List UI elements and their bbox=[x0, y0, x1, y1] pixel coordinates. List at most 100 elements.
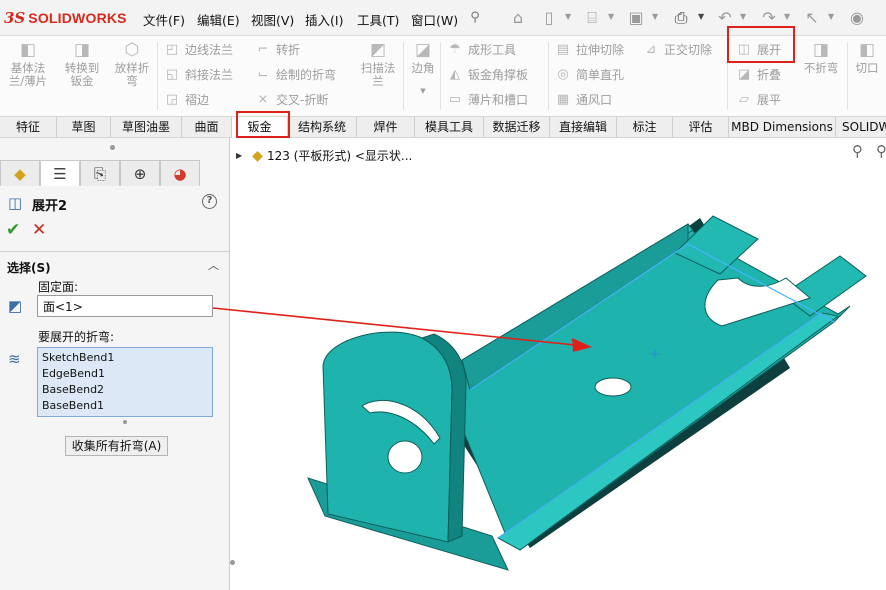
undo-icon[interactable]: ↶ bbox=[716, 8, 734, 28]
convert-to-sheet-metal-button[interactable]: ◨ 转换到 钣金 bbox=[60, 40, 104, 88]
tab-features[interactable]: 特征 bbox=[0, 117, 57, 138]
tab-slot-button[interactable]: ▭ 薄片和槽口 bbox=[446, 90, 528, 108]
open-folder-icon[interactable]: ⌸ bbox=[582, 8, 602, 28]
print-icon[interactable]: ⎙ bbox=[670, 8, 692, 28]
ok-button[interactable]: ✔ bbox=[6, 220, 20, 240]
swept-flange-button[interactable]: ◩ 扫描法 兰 bbox=[356, 40, 400, 88]
menu-edit[interactable]: 编辑(E) bbox=[197, 10, 240, 29]
extruded-cut-button[interactable]: ▤ 拉伸切除 bbox=[554, 40, 624, 58]
cancel-button[interactable]: ✕ bbox=[32, 220, 46, 240]
list-item[interactable]: SketchBend1 bbox=[42, 350, 208, 366]
sketched-bend-button[interactable]: ⌙ 绘制的折弯 bbox=[254, 65, 336, 83]
tab-solidworks-addins[interactable]: SOLIDW bbox=[836, 117, 886, 138]
selections-section-title[interactable]: 选择(S) bbox=[7, 259, 51, 276]
flatten-button[interactable]: ▱ 展平 bbox=[735, 90, 781, 108]
graphics-area[interactable]: ▶ ◆ 123 (平板形式) <显示状... ⚲ ⚲ bbox=[230, 138, 886, 590]
edge-flange-button[interactable]: ◰ 边线法兰 bbox=[163, 40, 233, 58]
list-item[interactable]: BaseBend1 bbox=[42, 398, 208, 414]
select-dropdown-icon[interactable]: ▼ bbox=[828, 12, 834, 21]
tab-weldments[interactable]: 焊件 bbox=[357, 117, 415, 138]
redo-dropdown-icon[interactable]: ▼ bbox=[784, 12, 790, 21]
simple-hole-button[interactable]: ◎ 简单直孔 bbox=[554, 65, 624, 83]
no-bends-button[interactable]: ◨ 不折弯 bbox=[799, 40, 843, 75]
tab-surfaces[interactable]: 曲面 bbox=[182, 117, 232, 138]
configuration-manager-tab[interactable]: ⎘ bbox=[80, 160, 120, 186]
main-plate-face[interactable] bbox=[444, 227, 851, 551]
new-dropdown-icon[interactable]: ▼ bbox=[565, 12, 571, 21]
display-manager-tab[interactable]: ◕ bbox=[160, 160, 200, 186]
jog-button[interactable]: ⌐ 转折 bbox=[254, 40, 300, 58]
rip-label: 切口 bbox=[855, 61, 879, 75]
gusset-button[interactable]: ◭ 钣金角撑板 bbox=[446, 65, 528, 83]
corners-dropdown-icon[interactable]: ▼ bbox=[406, 85, 440, 98]
new-document-icon[interactable]: ▯ bbox=[540, 8, 558, 28]
forming-tool-button[interactable]: ☂ 成形工具 bbox=[446, 40, 516, 58]
save-dropdown-icon[interactable]: ▼ bbox=[652, 12, 658, 21]
tab-sketch[interactable]: 草图 bbox=[57, 117, 111, 138]
corners-label: 边角 bbox=[411, 61, 435, 75]
tab-structure-system[interactable]: 结构系统 bbox=[288, 117, 357, 138]
corners-button[interactable]: ◪ 边角 ▼ bbox=[406, 40, 440, 98]
vent-icon: ▦ bbox=[556, 91, 570, 107]
list-item[interactable]: BaseBend2 bbox=[42, 382, 208, 398]
tab-data-migration[interactable]: 数据迁移 bbox=[484, 117, 550, 138]
tab-markup[interactable]: 标注 bbox=[617, 117, 673, 138]
normal-cut-icon: ⊿ bbox=[645, 41, 657, 57]
hem-button[interactable]: ◲ 褶边 bbox=[163, 90, 209, 108]
print-dropdown-icon[interactable]: ▼ bbox=[698, 12, 704, 21]
vent-button[interactable]: ▦ 通风口 bbox=[554, 90, 612, 108]
menu-file[interactable]: 文件(F) bbox=[143, 10, 185, 29]
rip-button[interactable]: ◧ 切口 bbox=[851, 40, 883, 75]
collect-all-bends-button[interactable]: 收集所有折弯(A) bbox=[65, 436, 168, 456]
tab-evaluate[interactable]: 评估 bbox=[673, 117, 729, 138]
collapse-chevron-icon[interactable]: ︿ bbox=[208, 257, 219, 273]
swept-flange-label: 扫描法 兰 bbox=[360, 61, 396, 88]
sketched-bend-label: 绘制的折弯 bbox=[276, 67, 337, 82]
command-manager-tabs: 特征 草图 草图油墨 曲面 钣金 结构系统 焊件 模具工具 数据迁移 直接编辑 … bbox=[0, 116, 886, 138]
help-icon[interactable]: ? bbox=[202, 194, 217, 209]
extruded-cut-icon: ▤ bbox=[556, 41, 570, 57]
menu-insert[interactable]: 插入(I) bbox=[305, 10, 343, 29]
base-flange-button[interactable]: ◧ 基体法 兰/薄片 bbox=[6, 40, 50, 88]
property-manager-tab[interactable]: ☰ bbox=[40, 160, 80, 186]
feature-manager-tab[interactable]: ◆ bbox=[0, 160, 40, 186]
solidworks-logo[interactable]: 3S SOLIDWORKS bbox=[4, 8, 127, 28]
property-list-icon: ☰ bbox=[53, 164, 67, 183]
tab-mold-tools[interactable]: 模具工具 bbox=[415, 117, 484, 138]
tab-mbd-dimensions[interactable]: MBD Dimensions bbox=[729, 117, 836, 138]
sketched-bend-icon: ⌙ bbox=[257, 66, 269, 82]
lofted-bend-button[interactable]: ⬡ 放样折 弯 bbox=[110, 40, 154, 88]
pin-icon[interactable]: ⚲ bbox=[468, 8, 482, 28]
tab-direct-editing[interactable]: 直接编辑 bbox=[550, 117, 617, 138]
undo-dropdown-icon[interactable]: ▼ bbox=[740, 12, 746, 21]
rebuild-icon[interactable]: ◉ bbox=[848, 8, 866, 28]
ribbon-separator bbox=[847, 42, 848, 110]
bends-to-unfold-list[interactable]: SketchBend1 EdgeBend1 BaseBend2 BaseBend… bbox=[37, 347, 213, 417]
fold-button[interactable]: ◪ 折叠 bbox=[735, 65, 781, 83]
fixed-face-field[interactable]: 面<1> bbox=[37, 295, 213, 317]
panel-resize-grip[interactable] bbox=[110, 145, 115, 150]
forming-tool-icon: ☂ bbox=[449, 41, 461, 57]
home-icon[interactable]: ⌂ bbox=[508, 8, 528, 28]
select-cursor-icon[interactable]: ↖ bbox=[803, 8, 821, 28]
tab-sketch-ink[interactable]: 草图油墨 bbox=[111, 117, 182, 138]
gusset-label: 钣金角撑板 bbox=[468, 67, 529, 82]
redo-icon[interactable]: ↷ bbox=[760, 8, 778, 28]
normal-cut-button[interactable]: ⊿ 正交切除 bbox=[642, 40, 712, 58]
list-item[interactable]: EdgeBend1 bbox=[42, 366, 208, 382]
open-dropdown-icon[interactable]: ▼ bbox=[608, 12, 614, 21]
menu-view[interactable]: 视图(V) bbox=[251, 10, 294, 29]
sheet-metal-part-model[interactable] bbox=[230, 138, 886, 590]
dimxpert-manager-tab[interactable]: ⊕ bbox=[120, 160, 160, 186]
list-resize-grip[interactable] bbox=[123, 420, 127, 424]
fixed-face-label: 固定面: bbox=[38, 280, 79, 294]
feature-tree-icon: ◆ bbox=[14, 164, 26, 183]
jog-icon: ⌐ bbox=[257, 41, 269, 57]
extruded-cut-label: 拉伸切除 bbox=[576, 42, 625, 57]
menu-tools[interactable]: 工具(T) bbox=[357, 10, 399, 29]
cross-break-button[interactable]: ⨯ 交叉-折断 bbox=[254, 90, 329, 108]
save-icon[interactable]: ▣ bbox=[626, 8, 646, 28]
miter-flange-button[interactable]: ◱ 斜接法兰 bbox=[163, 65, 233, 83]
section-divider bbox=[0, 251, 229, 252]
menu-window[interactable]: 窗口(W) bbox=[411, 10, 458, 29]
